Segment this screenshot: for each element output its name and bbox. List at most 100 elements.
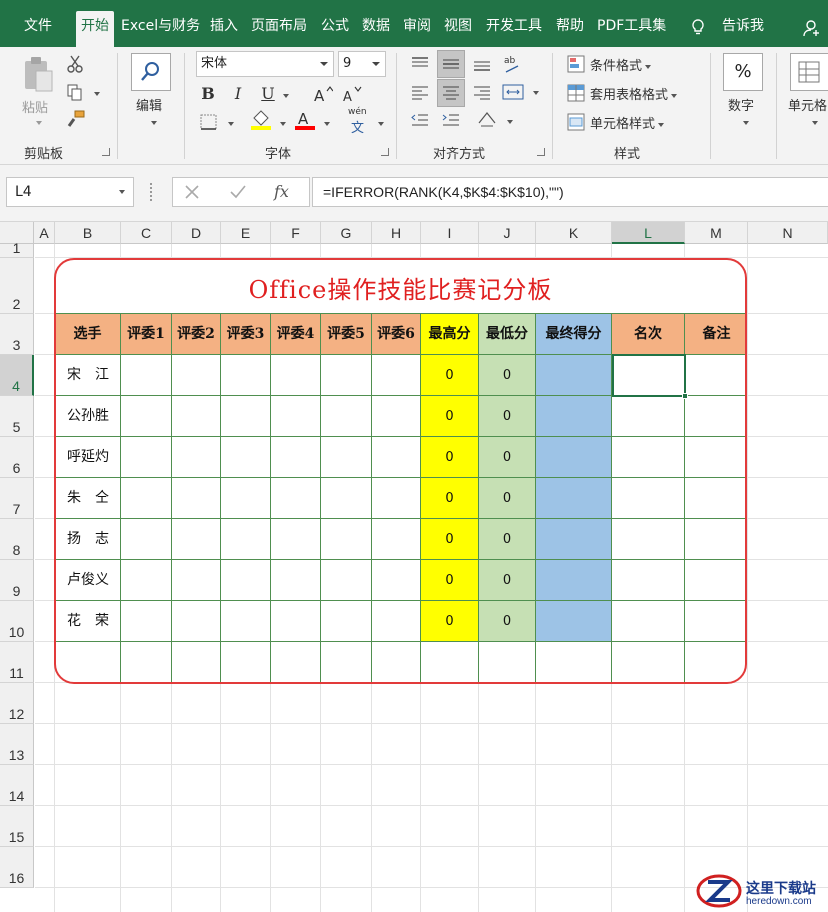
header-cell[interactable]: 备注 <box>685 314 745 355</box>
row-header-11[interactable]: 11 <box>0 642 34 683</box>
min-score-cell[interactable]: 0 <box>479 437 536 478</box>
min-score-cell[interactable]: 0 <box>479 601 536 642</box>
clipboard-launcher-icon[interactable] <box>102 148 110 156</box>
final-score-cell[interactable] <box>536 601 612 642</box>
increase-font-size-icon[interactable]: A <box>313 85 333 103</box>
score-cell[interactable] <box>121 396 172 437</box>
bold-button[interactable]: B <box>198 84 218 103</box>
score-cell[interactable] <box>221 478 271 519</box>
tab-insert[interactable]: 插入 <box>210 11 238 47</box>
column-header-c[interactable]: C <box>121 222 172 244</box>
score-cell[interactable] <box>121 601 172 642</box>
fill-color-dropdown-icon[interactable] <box>280 122 286 126</box>
final-score-cell[interactable] <box>536 396 612 437</box>
column-header-j[interactable]: J <box>479 222 536 244</box>
cut-icon[interactable] <box>66 55 84 73</box>
column-header-f[interactable]: F <box>271 222 321 244</box>
tab-help[interactable]: 帮助 <box>556 11 584 47</box>
max-score-cell[interactable]: 0 <box>421 355 479 396</box>
phonetic-dropdown-icon[interactable] <box>378 122 384 126</box>
score-cell[interactable] <box>372 437 421 478</box>
underline-dropdown-icon[interactable] <box>283 94 289 98</box>
remark-cell[interactable] <box>685 519 745 560</box>
header-cell[interactable]: 名次 <box>612 314 685 355</box>
font-color-icon[interactable]: A <box>294 109 316 131</box>
wrap-text-icon[interactable] <box>476 109 498 129</box>
share-person-icon[interactable] <box>803 19 821 37</box>
row-header-6[interactable]: 6 <box>0 437 34 478</box>
header-cell[interactable]: 最终得分 <box>536 314 612 355</box>
column-header-k[interactable]: K <box>536 222 612 244</box>
max-score-cell[interactable]: 0 <box>421 519 479 560</box>
score-cell[interactable] <box>271 478 321 519</box>
score-cell[interactable] <box>121 437 172 478</box>
conditional-format-button[interactable]: 条件格式 <box>590 55 652 74</box>
score-cell[interactable] <box>372 478 421 519</box>
score-cell[interactable] <box>321 396 372 437</box>
copy-icon[interactable] <box>66 83 84 101</box>
score-cell[interactable] <box>172 560 221 601</box>
contestant-name[interactable]: 扬 志 <box>56 519 121 560</box>
contestant-name[interactable]: 朱 仝 <box>56 478 121 519</box>
max-score-cell[interactable]: 0 <box>421 396 479 437</box>
merge-center-icon[interactable] <box>502 83 524 101</box>
column-header-g[interactable]: G <box>321 222 372 244</box>
score-cell[interactable] <box>121 355 172 396</box>
min-score-cell[interactable]: 0 <box>479 560 536 601</box>
score-cell[interactable] <box>221 437 271 478</box>
font-color-dropdown-icon[interactable] <box>324 122 330 126</box>
min-score-cell[interactable]: 0 <box>479 478 536 519</box>
rank-cell[interactable] <box>612 437 685 478</box>
rank-cell[interactable] <box>612 396 685 437</box>
cells-dropdown-icon[interactable] <box>812 121 818 125</box>
min-score-cell[interactable]: 0 <box>479 355 536 396</box>
score-cell[interactable] <box>221 396 271 437</box>
header-cell[interactable]: 最低分 <box>479 314 536 355</box>
tab-formulas[interactable]: 公式 <box>321 11 349 47</box>
resize-handle[interactable] <box>150 183 153 201</box>
score-cell[interactable] <box>172 601 221 642</box>
empty-cell[interactable] <box>271 642 321 682</box>
merge-dropdown-icon[interactable] <box>533 91 539 95</box>
header-cell[interactable]: 评委3 <box>221 314 271 355</box>
row-header-7[interactable]: 7 <box>0 478 34 519</box>
column-header-b[interactable]: B <box>55 222 121 244</box>
score-cell[interactable] <box>372 519 421 560</box>
remark-cell[interactable] <box>685 601 745 642</box>
contestant-name[interactable]: 呼延灼 <box>56 437 121 478</box>
final-score-cell[interactable] <box>536 478 612 519</box>
empty-cell[interactable] <box>479 642 536 682</box>
remark-cell[interactable] <box>685 478 745 519</box>
score-cell[interactable] <box>121 560 172 601</box>
empty-cell[interactable] <box>221 642 271 682</box>
empty-cell[interactable] <box>612 642 685 682</box>
tab-developer[interactable]: 开发工具 <box>486 11 542 47</box>
max-score-cell[interactable]: 0 <box>421 560 479 601</box>
phonetic-guide-label[interactable]: wén <box>348 107 367 117</box>
tab-data[interactable]: 数据 <box>362 11 390 47</box>
row-header-5[interactable]: 5 <box>0 396 34 437</box>
format-as-table-icon[interactable] <box>567 84 585 102</box>
score-cell[interactable] <box>271 437 321 478</box>
row-header-13[interactable]: 13 <box>0 724 34 765</box>
tab-home[interactable]: 开始 <box>76 11 114 47</box>
row-header-3[interactable]: 3 <box>0 314 34 355</box>
fill-handle[interactable] <box>682 393 688 399</box>
row-header-1[interactable]: 1 <box>0 240 34 258</box>
row-header-10[interactable]: 10 <box>0 601 34 642</box>
max-score-cell[interactable]: 0 <box>421 601 479 642</box>
font-name-select[interactable]: 宋体 <box>196 51 334 77</box>
header-cell[interactable]: 评委2 <box>172 314 221 355</box>
row-header-8[interactable]: 8 <box>0 519 34 560</box>
score-cell[interactable] <box>372 355 421 396</box>
align-right-icon[interactable] <box>472 83 492 101</box>
cancel-icon[interactable] <box>184 184 200 200</box>
contestant-name[interactable]: 花 荣 <box>56 601 121 642</box>
text-angle-dropdown-icon[interactable] <box>507 120 513 124</box>
remark-cell[interactable] <box>685 560 745 601</box>
score-cell[interactable] <box>271 396 321 437</box>
empty-cell[interactable] <box>685 642 745 682</box>
column-header-n[interactable]: N <box>748 222 828 244</box>
cells-label[interactable]: 单元格 <box>788 95 827 114</box>
contestant-name[interactable]: 卢俊义 <box>56 560 121 601</box>
